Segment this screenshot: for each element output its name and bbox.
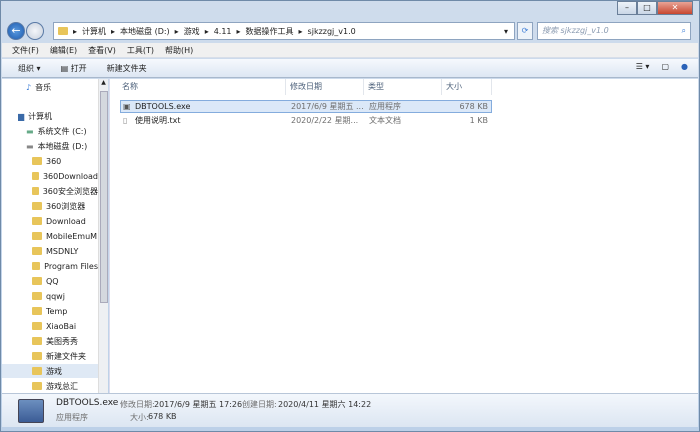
music-icon: ♪ — [26, 82, 32, 92]
back-button[interactable]: ← — [7, 22, 25, 40]
folder-icon — [32, 172, 39, 180]
sidebar-folder[interactable]: 新建文件夹 — [2, 349, 98, 363]
sidebar-folder[interactable]: QQ — [2, 274, 98, 288]
sidebar-scrollbar[interactable]: ▲ — [98, 79, 108, 393]
crumb[interactable]: 游戏 — [184, 26, 200, 37]
navigation-pane: ♪ 音乐 ▆ 计算机 ▬ 系统文件 (C:) ▬ 本地磁盘 (D:) 360 360Dow… — [2, 79, 98, 393]
maximize-button[interactable]: □ — [637, 1, 657, 15]
sidebar-folder[interactable]: Program Files — [2, 259, 98, 273]
new-folder-button[interactable]: 新建文件夹 — [107, 63, 147, 74]
open-button[interactable]: ▤ 打开 — [61, 63, 87, 74]
explorer-window: – □ ✕ ← ▸ 计算机 ▸ 本地磁盘 (D:) ▸ 游戏 ▸ 4.11 ▸ 数据操作工… — [0, 0, 700, 432]
close-button[interactable]: ✕ — [657, 1, 693, 15]
chevron-down-icon[interactable]: ▾ — [504, 27, 508, 36]
folder-icon — [32, 262, 41, 270]
preview-pane-icon[interactable]: ▢ — [661, 62, 669, 71]
sidebar-folder[interactable]: 360 — [2, 154, 98, 168]
sidebar-item-computer[interactable]: ▆ 计算机 — [18, 109, 98, 123]
refresh-button[interactable]: ⟳ — [517, 22, 533, 40]
text-file-icon: ▯ — [123, 116, 128, 125]
folder-icon — [32, 157, 42, 165]
computer-icon: ▆ — [18, 111, 25, 121]
scrollbar-thumb[interactable] — [100, 91, 108, 303]
minimize-button[interactable]: – — [617, 1, 637, 15]
window-controls: – □ ✕ — [617, 1, 693, 15]
folder-icon — [32, 277, 42, 285]
crumb[interactable]: 计算机 — [82, 26, 106, 37]
folder-icon — [32, 352, 42, 360]
organize-button[interactable]: 组织 ▾ — [18, 63, 41, 74]
sidebar-folder[interactable]: 游戏 — [2, 364, 98, 378]
details-pane: DBTOOLS.exe 修改日期: 2017/6/9 星期五 17:26 创建日… — [2, 393, 698, 427]
sidebar-item-drive-c[interactable]: ▬ 系统文件 (C:) — [26, 124, 98, 138]
menu-help[interactable]: 帮助(H) — [165, 45, 193, 56]
menu-bar: 文件(F) 编辑(E) 查看(V) 工具(T) 帮助(H) — [2, 43, 698, 58]
help-icon[interactable]: ● — [681, 62, 688, 71]
folder-icon — [32, 187, 39, 195]
crumb[interactable]: 4.11 — [214, 27, 232, 36]
column-header-date[interactable]: 修改日期 — [286, 79, 364, 95]
crumb[interactable]: sjkzzgj_v1.0 — [308, 27, 356, 36]
crumb[interactable]: 数据操作工具 — [246, 26, 294, 37]
folder-icon — [32, 382, 42, 390]
folder-icon — [58, 27, 68, 35]
sidebar-folder[interactable]: qqwj — [2, 289, 98, 303]
search-input[interactable]: 搜索 sjkzzgj_v1.0 ⌕ — [537, 22, 691, 40]
folder-icon — [32, 307, 42, 315]
folder-icon — [32, 367, 42, 375]
file-list: 名称 修改日期 类型 大小 ▣ DBTOOLS.exe 2017/6/9 星期五… — [109, 79, 698, 393]
sidebar-folder[interactable]: 美图秀秀 — [2, 334, 98, 348]
sidebar-folder[interactable]: Download — [2, 214, 98, 228]
folder-icon — [32, 232, 42, 240]
folder-icon — [32, 322, 42, 330]
crumb[interactable]: 本地磁盘 (D:) — [120, 26, 170, 37]
column-header-size[interactable]: 大小 — [442, 79, 492, 95]
exe-icon: ▣ — [123, 102, 131, 111]
forward-button[interactable] — [26, 22, 44, 40]
column-header-name[interactable]: 名称 — [118, 79, 286, 95]
folder-icon — [32, 202, 42, 210]
menu-tools[interactable]: 工具(T) — [127, 45, 154, 56]
sidebar-folder[interactable]: 游戏总汇 — [2, 379, 98, 393]
sidebar-folder[interactable]: MobileEmuM — [2, 229, 98, 243]
sidebar-folder[interactable]: Temp — [2, 304, 98, 318]
menu-view[interactable]: 查看(V) — [88, 45, 116, 56]
sidebar-item-drive-d[interactable]: ▬ 本地磁盘 (D:) — [26, 139, 98, 153]
file-row[interactable]: ▯ 使用说明.txt 2020/2/22 星期... 文本文档 1 KB — [120, 114, 492, 127]
file-row[interactable]: ▣ DBTOOLS.exe 2017/6/9 星期五 ... 应用程序 678 … — [120, 100, 492, 113]
menu-edit[interactable]: 编辑(E) — [50, 45, 77, 56]
folder-icon — [32, 217, 42, 225]
drive-icon: ▬ — [26, 141, 34, 151]
view-options-icon[interactable]: ☰ ▾ — [636, 62, 650, 71]
menu-file[interactable]: 文件(F) — [12, 45, 39, 56]
folder-icon — [32, 247, 42, 255]
sidebar-folder[interactable]: MSDNLY — [2, 244, 98, 258]
sidebar-folder[interactable]: 360浏览器 — [2, 199, 98, 213]
sidebar-folder[interactable]: XiaoBai — [2, 319, 98, 333]
sidebar-item-music[interactable]: ♪ 音乐 — [26, 80, 98, 94]
folder-icon — [32, 292, 42, 300]
command-bar: 组织 ▾ ▤ 打开 新建文件夹 ☰ ▾ ▢ ● — [2, 59, 698, 78]
exe-icon — [18, 399, 44, 423]
search-icon: ⌕ — [681, 26, 686, 35]
column-header-type[interactable]: 类型 — [364, 79, 442, 95]
folder-icon — [32, 337, 42, 345]
sidebar-folder[interactable]: 360Download — [2, 169, 98, 183]
address-bar[interactable]: ▸ 计算机 ▸ 本地磁盘 (D:) ▸ 游戏 ▸ 4.11 ▸ 数据操作工具 ▸ sjkzz… — [53, 22, 515, 40]
address-bar-row: ← ▸ 计算机 ▸ 本地磁盘 (D:) ▸ 游戏 ▸ 4.11 ▸ 数据操作工具 ▸ sjk… — [1, 20, 699, 42]
drive-icon: ▬ — [26, 126, 34, 136]
open-icon: ▤ — [60, 63, 71, 73]
sidebar-folder[interactable]: 360安全浏览器 — [2, 184, 98, 198]
